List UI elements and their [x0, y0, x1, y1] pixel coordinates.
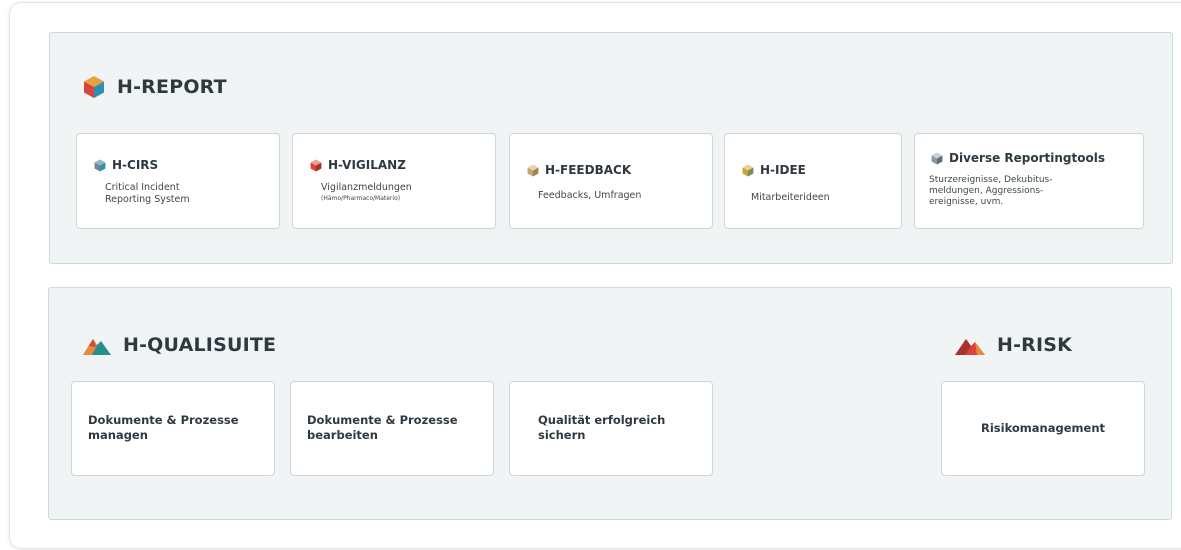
h-idee-cube-icon	[742, 164, 754, 177]
h-vigilanz-header: H-VIGILANZ	[310, 158, 406, 172]
diverse-reportingtools-description: Sturzereignisse, Dekubitus- meldungen, A…	[929, 175, 1053, 208]
qualitaet-sichern-card[interactable]: Qualität erfolgreich sichern	[509, 381, 713, 476]
h-risk-mountain-icon	[955, 334, 985, 356]
risikomanagement-label: Risikomanagement	[980, 421, 1105, 435]
h-feedback-title: H-FEEDBACK	[545, 163, 632, 177]
h-feedback-line-1: Feedbacks, Umfragen	[538, 190, 642, 201]
h-report-heading: H-REPORT	[83, 75, 227, 99]
dokumente-prozesse-bearbeiten-card[interactable]: Dokumente & Prozesse bearbeiten	[290, 381, 494, 476]
quali-card-3-line-2: sichern	[538, 428, 586, 442]
h-cirs-line-1: Critical Incident	[105, 182, 180, 193]
quali-card-2-line-1: Dokumente & Prozesse	[307, 413, 458, 427]
qualitaet-sichern-label: Qualität erfolgreich sichern	[538, 413, 718, 443]
diverse-line-1: Sturzereignisse, Dekubitus-	[929, 175, 1053, 185]
h-idee-header: H-IDEE	[742, 163, 806, 177]
h-idee-card[interactable]: H-IDEE Mitarbeiterideen	[724, 133, 902, 229]
dokumente-prozesse-managen-label: Dokumente & Prozesse managen	[88, 413, 268, 443]
h-cirs-title: H-CIRS	[112, 158, 159, 172]
diverse-reportingtools-title: Diverse Reportingtools	[949, 151, 1106, 165]
h-vigilanz-cube-icon	[310, 159, 322, 172]
h-idee-line-1: Mitarbeiterideen	[751, 192, 830, 203]
h-vigilanz-line-1: Vigilanzmeldungen	[321, 182, 412, 193]
quali-card-1-line-1: Dokumente & Prozesse	[88, 413, 239, 427]
h-cirs-description: Critical Incident Reporting System	[105, 182, 190, 206]
h-vigilanz-line-2: (Hämo/Pharmaco/Materio)	[321, 195, 401, 202]
h-cirs-line-2: Reporting System	[105, 194, 190, 205]
risikomanagement-card[interactable]: Risikomanagement	[941, 381, 1145, 476]
h-cirs-cube-icon	[94, 159, 106, 172]
h-qualisuite-mountain-icon	[83, 334, 111, 356]
h-vigilanz-title: H-VIGILANZ	[328, 158, 406, 172]
h-qualisuite-heading: H-QUALISUITE	[83, 334, 276, 356]
h-risk-heading: H-RISK	[955, 334, 1072, 356]
h-vigilanz-card[interactable]: H-VIGILANZ Vigilanzmeldungen (Hämo/Pharm…	[292, 133, 496, 229]
h-report-title: H-REPORT	[117, 76, 227, 98]
h-idee-description: Mitarbeiterideen	[751, 192, 830, 204]
quali-card-1-line-2: managen	[88, 428, 148, 442]
h-cirs-card[interactable]: H-CIRS Critical Incident Reporting Syste…	[76, 133, 280, 229]
h-feedback-header: H-FEEDBACK	[527, 163, 631, 177]
diverse-reportingtools-cube-icon	[931, 152, 943, 165]
diverse-reportingtools-card[interactable]: Diverse Reportingtools Sturzereignisse, …	[914, 133, 1144, 229]
quali-card-2-line-2: bearbeiten	[307, 428, 378, 442]
quali-card-3-line-1: Qualität erfolgreich	[538, 413, 666, 427]
h-feedback-description: Feedbacks, Umfragen	[538, 190, 641, 202]
h-feedback-cube-icon	[527, 164, 539, 177]
h-qualisuite-title: H-QUALISUITE	[123, 334, 277, 356]
h-report-cube-icon	[83, 75, 105, 99]
h-idee-title: H-IDEE	[760, 163, 806, 177]
h-cirs-header: H-CIRS	[94, 158, 158, 172]
dokumente-prozesse-managen-card[interactable]: Dokumente & Prozesse managen	[71, 381, 275, 476]
h-vigilanz-description: Vigilanzmeldungen (Hämo/Pharmaco/Materio…	[321, 182, 412, 203]
diverse-reportingtools-header: Diverse Reportingtools	[931, 151, 1105, 165]
h-feedback-card[interactable]: H-FEEDBACK Feedbacks, Umfragen	[509, 133, 713, 229]
h-risk-title: H-RISK	[997, 334, 1073, 356]
dokumente-prozesse-bearbeiten-label: Dokumente & Prozesse bearbeiten	[307, 413, 487, 443]
diverse-line-3: ereignisse, uvm.	[929, 197, 1004, 207]
diverse-line-2: meldungen, Aggressions-	[929, 186, 1044, 196]
